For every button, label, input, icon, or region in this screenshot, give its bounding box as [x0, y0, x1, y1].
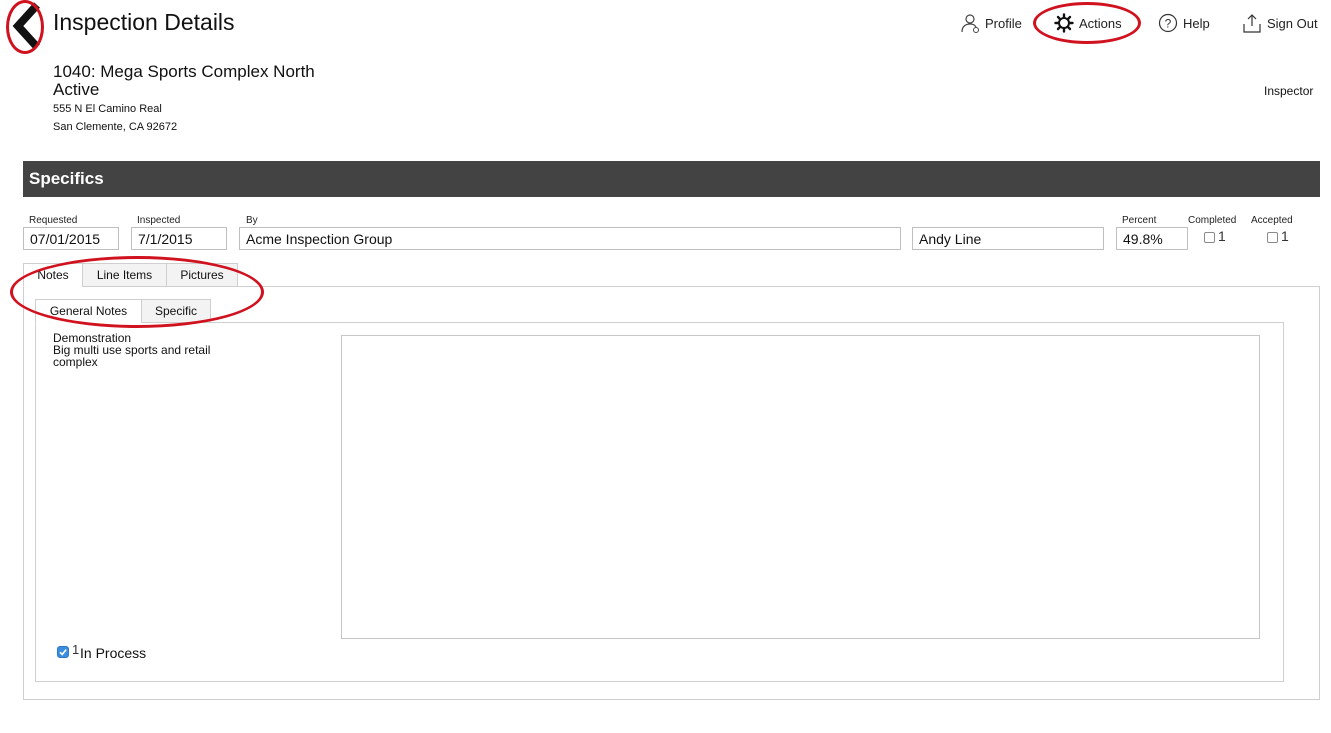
chevron-left-icon: [12, 2, 40, 50]
property-name: 1040: Mega Sports Complex North: [53, 62, 315, 81]
property-status: Active: [53, 80, 100, 99]
in-process-label: In Process: [80, 645, 147, 661]
help-icon: ?: [1158, 13, 1178, 33]
nav-sign-out-label: Sign Out: [1267, 15, 1318, 31]
gear-icon: [1054, 13, 1074, 33]
specifics-section-bar: [23, 161, 1320, 197]
tab-specific-label: Specific: [154, 304, 198, 318]
percent-field[interactable]: [1116, 227, 1188, 250]
back-button[interactable]: [6, 0, 46, 52]
profile-icon: [961, 14, 979, 33]
completed-checkbox[interactable]: [1204, 232, 1215, 243]
user-role: Inspector: [1264, 84, 1314, 98]
completed-count: 1: [1218, 228, 1226, 244]
by-label: By: [246, 215, 258, 226]
in-process-checkbox[interactable]: [57, 646, 69, 658]
inspector-name-field[interactable]: [912, 227, 1104, 250]
inspected-date-field[interactable]: [131, 227, 227, 250]
page-title: Inspection Details: [53, 9, 235, 35]
tab-pictures-label: Pictures: [180, 268, 224, 282]
inspection-company-field[interactable]: [239, 227, 901, 250]
accepted-count: 1: [1281, 228, 1289, 244]
in-process-count: 1: [72, 642, 80, 657]
property-address-line2: San Clemente, CA 92672: [53, 121, 178, 133]
accepted-label: Accepted: [1251, 215, 1293, 226]
tab-general-notes-label: General Notes: [49, 304, 128, 318]
tab-line-items[interactable]: Line Items: [82, 263, 167, 287]
nav-help-label: Help: [1183, 15, 1210, 31]
percent-label: Percent: [1122, 215, 1157, 226]
svg-text:?: ?: [1165, 17, 1172, 31]
nav-help[interactable]: ? Help: [1158, 12, 1210, 34]
checkmark-icon: [59, 649, 67, 656]
tab-notes-label: Notes: [37, 268, 69, 282]
general-notes-text: Demonstration Big multi use sports and r…: [53, 332, 233, 368]
tab-pictures[interactable]: Pictures: [166, 263, 238, 287]
nav-profile[interactable]: Profile: [960, 12, 1022, 34]
nav-actions-label: Actions: [1079, 15, 1122, 31]
requested-date-field[interactable]: [23, 227, 119, 250]
tab-line-items-label: Line Items: [96, 268, 153, 282]
tab-general-notes[interactable]: General Notes: [35, 299, 142, 323]
nav-sign-out[interactable]: Sign Out: [1242, 12, 1318, 34]
section-title: Specifics: [29, 169, 104, 188]
completed-label: Completed: [1188, 215, 1237, 226]
requested-label: Requested: [29, 215, 78, 226]
inspected-label: Inspected: [137, 215, 181, 226]
property-address-line1: 555 N El Camino Real: [53, 103, 162, 115]
nav-actions[interactable]: Actions: [1054, 12, 1122, 34]
nav-profile-label: Profile: [985, 15, 1022, 31]
tab-notes[interactable]: Notes: [23, 263, 83, 287]
tab-specific[interactable]: Specific: [141, 299, 211, 323]
accepted-checkbox[interactable]: [1267, 232, 1278, 243]
notes-line-2: Big multi use sports and retail complex: [53, 343, 214, 369]
notes-textarea[interactable]: [341, 335, 1260, 639]
sign-out-icon: [1243, 14, 1261, 33]
